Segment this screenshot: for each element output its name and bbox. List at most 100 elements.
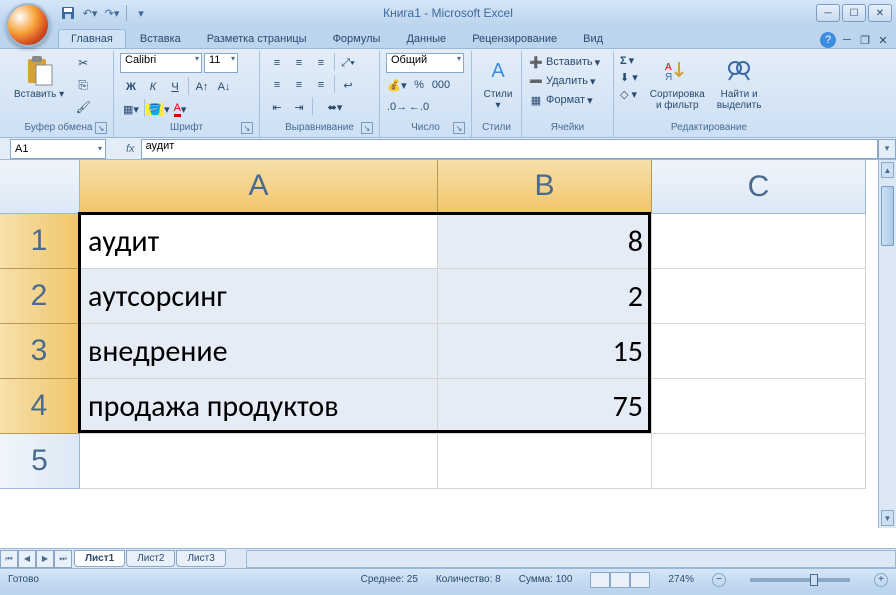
paste-button[interactable]: Вставить ▾ — [10, 53, 68, 102]
underline-button[interactable]: Ч — [164, 77, 186, 97]
help-icon[interactable]: ? — [820, 32, 836, 48]
row-header-5[interactable]: 5 — [0, 434, 80, 489]
cell-B4[interactable]: 75 — [438, 379, 652, 434]
zoom-out-button[interactable]: − — [712, 573, 726, 587]
percent-icon[interactable]: % — [408, 75, 430, 95]
decrease-indent-icon[interactable]: ⇤ — [266, 97, 288, 117]
vertical-scrollbar[interactable]: ▲ ▼ — [878, 160, 896, 528]
column-header-C[interactable]: C — [652, 160, 866, 214]
zoom-slider[interactable] — [750, 578, 850, 582]
row-header-4[interactable]: 4 — [0, 379, 80, 434]
column-header-B[interactable]: B — [438, 160, 652, 214]
fill-button[interactable]: ⬇ ▾ — [620, 70, 638, 85]
cell-B1[interactable]: 8 — [438, 214, 652, 269]
fill-color-icon[interactable]: 🪣▾ — [147, 99, 169, 119]
scroll-down-icon[interactable]: ▼ — [881, 510, 894, 526]
sheet-nav-first[interactable]: ⏮ — [0, 550, 18, 568]
zoom-in-button[interactable]: + — [874, 573, 888, 587]
column-header-A[interactable]: A — [80, 160, 438, 214]
sheet-tab-Лист1[interactable]: Лист1 — [74, 550, 125, 567]
styles-button[interactable]: A Стили▾ — [478, 53, 518, 113]
row-header-2[interactable]: 2 — [0, 269, 80, 324]
align-top-icon[interactable]: ≡ — [266, 53, 288, 73]
clear-button[interactable]: ◇ ▾ — [620, 87, 638, 102]
clipboard-launcher[interactable]: ↘ — [95, 122, 107, 134]
increase-decimal-icon[interactable]: .0→ — [386, 97, 408, 117]
increase-indent-icon[interactable]: ⇥ — [288, 97, 310, 117]
currency-icon[interactable]: 💰▾ — [386, 75, 408, 95]
qat-customize-icon[interactable]: ▾ — [131, 3, 151, 23]
tab-review[interactable]: Рецензирование — [460, 30, 569, 48]
name-box[interactable]: A1 — [10, 139, 106, 159]
find-select-button[interactable]: Найти и выделить — [713, 53, 766, 113]
align-right-icon[interactable]: ≡ — [310, 75, 332, 95]
align-center-icon[interactable]: ≡ — [288, 75, 310, 95]
autosum-button[interactable]: Σ ▾ — [620, 53, 638, 68]
shrink-font-icon[interactable]: A↓ — [213, 77, 235, 97]
cell-A2[interactable]: аутсорсинг — [80, 269, 438, 324]
orientation-icon[interactable]: ⤢▾ — [337, 53, 359, 73]
view-page-break-icon[interactable] — [630, 572, 650, 588]
redo-icon[interactable]: ↷▾ — [102, 3, 122, 23]
close-button[interactable]: ✕ — [868, 4, 892, 22]
cell-C3[interactable] — [652, 324, 866, 379]
copy-icon[interactable]: ⎘ — [72, 75, 94, 95]
align-bottom-icon[interactable]: ≡ — [310, 53, 332, 73]
workbook-restore[interactable]: ❐ — [858, 34, 872, 47]
format-painter-icon[interactable]: 🖌 — [72, 97, 94, 117]
merge-cells-icon[interactable]: ⬌▾ — [315, 97, 355, 117]
italic-button[interactable]: К — [142, 77, 164, 97]
fx-icon[interactable]: fx — [126, 143, 135, 155]
align-left-icon[interactable]: ≡ — [266, 75, 288, 95]
cell-C4[interactable] — [652, 379, 866, 434]
font-color-icon[interactable]: A▾ — [169, 99, 191, 119]
tab-data[interactable]: Данные — [394, 30, 458, 48]
cut-icon[interactable]: ✂ — [72, 53, 94, 73]
sort-filter-button[interactable]: АЯ Сортировка и фильтр — [646, 53, 709, 113]
tab-view[interactable]: Вид — [571, 30, 615, 48]
cell-A3[interactable]: внедрение — [80, 324, 438, 379]
scroll-up-icon[interactable]: ▲ — [881, 162, 894, 178]
cell-C5[interactable] — [652, 434, 866, 489]
minimize-button[interactable]: ─ — [816, 4, 840, 22]
tab-page-layout[interactable]: Разметка страницы — [195, 30, 319, 48]
cell-A4[interactable]: продажа продуктов — [80, 379, 438, 434]
decrease-decimal-icon[interactable]: ←.0 — [408, 97, 430, 117]
number-format-select[interactable]: Общий — [386, 53, 464, 73]
font-size-select[interactable]: 11 — [204, 53, 238, 73]
workbook-close[interactable]: ✕ — [876, 34, 890, 47]
cell-C2[interactable] — [652, 269, 866, 324]
bold-button[interactable]: Ж — [120, 77, 142, 97]
office-button[interactable] — [6, 3, 50, 47]
formula-input[interactable]: аудит — [141, 139, 878, 159]
number-launcher[interactable]: ↘ — [453, 122, 465, 134]
scroll-thumb[interactable] — [881, 186, 894, 246]
save-icon[interactable] — [58, 3, 78, 23]
format-cells-button[interactable]: ▦Формат ▾ — [528, 91, 607, 109]
undo-icon[interactable]: ↶▾ — [80, 3, 100, 23]
cell-A5[interactable] — [80, 434, 438, 489]
formula-bar-expand[interactable]: ▾ — [878, 139, 896, 159]
worksheet-grid[interactable]: ABC 12345 аудит8аутсорсинг2внедрение15пр… — [0, 160, 896, 548]
maximize-button[interactable]: ☐ — [842, 4, 866, 22]
sheet-nav-last[interactable]: ⏭ — [54, 550, 72, 568]
view-normal-icon[interactable] — [590, 572, 610, 588]
tab-formulas[interactable]: Формулы — [321, 30, 393, 48]
tab-insert[interactable]: Вставка — [128, 30, 193, 48]
cell-C1[interactable] — [652, 214, 866, 269]
horizontal-scrollbar[interactable] — [246, 550, 896, 568]
font-name-select[interactable]: Calibri — [120, 53, 202, 73]
active-cell[interactable]: аудит — [80, 214, 438, 269]
sheet-nav-next[interactable]: ▶ — [36, 550, 54, 568]
cell-B3[interactable]: 15 — [438, 324, 652, 379]
tab-home[interactable]: Главная — [58, 29, 126, 48]
grow-font-icon[interactable]: A↑ — [191, 77, 213, 97]
cell-B5[interactable] — [438, 434, 652, 489]
cell-B2[interactable]: 2 — [438, 269, 652, 324]
font-launcher[interactable]: ↘ — [241, 122, 253, 134]
sheet-tab-Лист2[interactable]: Лист2 — [126, 550, 175, 567]
alignment-launcher[interactable]: ↘ — [361, 122, 373, 134]
view-page-layout-icon[interactable] — [610, 572, 630, 588]
zoom-level[interactable]: 274% — [668, 574, 694, 585]
wrap-text-icon[interactable]: ↩ — [337, 75, 359, 95]
